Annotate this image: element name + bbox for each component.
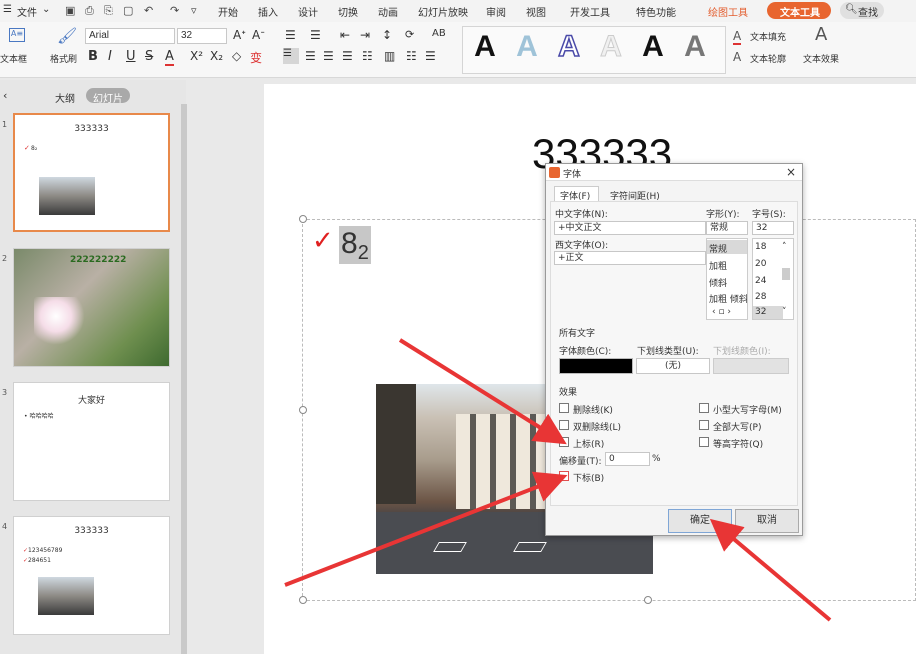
- arrow-to-subscript: [284, 471, 568, 587]
- arrow-to-superscript: [398, 338, 567, 445]
- annotation-arrows: [284, 338, 832, 622]
- arrow-to-ok: [709, 518, 832, 622]
